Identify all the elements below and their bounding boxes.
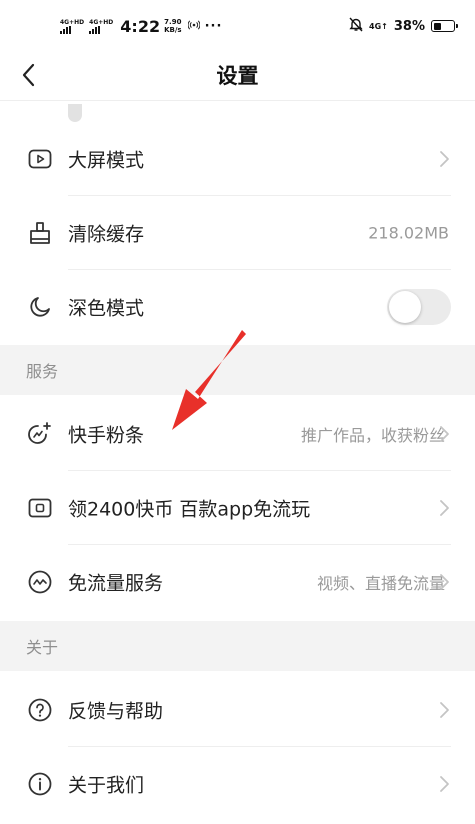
free-data-row[interactable]: 免流量服务 视频、直播免流量 bbox=[0, 545, 475, 619]
chevron-right-icon bbox=[440, 574, 449, 590]
about-us-label: 关于我们 bbox=[68, 774, 145, 797]
clear-cache-row[interactable]: 清除缓存 218.02MB bbox=[0, 196, 475, 270]
network-speed: 7.90 KB/s bbox=[164, 18, 181, 34]
scrolled-item-fragment bbox=[68, 104, 82, 122]
kuaishou-fans-label: 快手粉条 bbox=[68, 424, 145, 447]
page-title: 设置 bbox=[216, 64, 259, 88]
about-section-title: 关于 bbox=[26, 638, 59, 657]
free-data-label: 免流量服务 bbox=[68, 572, 164, 595]
sim2-label: 4G+HD bbox=[89, 18, 114, 26]
chevron-right-icon bbox=[440, 151, 449, 167]
boost-icon bbox=[26, 420, 54, 448]
about-us-row[interactable]: 关于我们 bbox=[0, 747, 475, 821]
hotspot-icon bbox=[187, 19, 200, 34]
dark-mode-label: 深色模式 bbox=[68, 297, 145, 320]
status-bar-left: 4G+HD 4G+HD 4:22 7.90 KB/s ··· bbox=[60, 14, 222, 38]
eraser-icon bbox=[26, 219, 54, 247]
battery-fill bbox=[433, 22, 441, 30]
info-circle-icon bbox=[26, 770, 54, 798]
kuaishou-fans-desc: 推广作品，收获粉丝 bbox=[300, 426, 445, 445]
battery-icon bbox=[431, 20, 458, 32]
sim1-signal: 4G+HD bbox=[60, 19, 84, 34]
dark-mode-toggle[interactable] bbox=[387, 289, 451, 325]
network-type: 4G↑ bbox=[369, 21, 388, 31]
coins-offer-label: 领2400快币 百款app免流玩 bbox=[68, 498, 311, 521]
chevron-right-icon bbox=[440, 500, 449, 516]
cache-size-value: 218.02MB bbox=[368, 223, 449, 243]
signal-bars-icon bbox=[60, 25, 71, 34]
toggle-knob bbox=[389, 291, 421, 323]
feedback-row[interactable]: 反馈与帮助 bbox=[0, 673, 475, 747]
services-section-header: 服务 bbox=[0, 345, 475, 395]
clock: 4:22 bbox=[120, 16, 161, 36]
moon-icon bbox=[26, 293, 54, 321]
status-bar: 4G+HD 4G+HD 4:22 7.90 KB/s ··· 4G↑ 38% bbox=[0, 0, 475, 50]
play-screen-icon bbox=[26, 145, 54, 173]
sim2-signal: 4G+HD bbox=[89, 19, 113, 34]
network-speed-value: 7.90 bbox=[164, 18, 182, 26]
about-section-header: 关于 bbox=[0, 621, 475, 671]
nav-bar: 设置 bbox=[0, 50, 475, 100]
services-section-title: 服务 bbox=[26, 362, 59, 381]
status-bar-right: 4G↑ 38% bbox=[349, 14, 458, 38]
question-circle-icon bbox=[26, 696, 54, 724]
wave-icon bbox=[26, 568, 54, 596]
large-screen-mode-row[interactable]: 大屏模式 bbox=[0, 122, 475, 196]
chevron-right-icon bbox=[440, 702, 449, 718]
signal-bars-icon bbox=[89, 25, 101, 34]
coin-box-icon bbox=[26, 494, 54, 522]
chevron-right-icon bbox=[440, 426, 449, 442]
more-notifications-icon: ··· bbox=[204, 18, 223, 34]
kuaishou-fans-row[interactable]: 快手粉条 推广作品，收获粉丝 bbox=[0, 397, 475, 471]
bell-off-icon bbox=[349, 17, 363, 36]
clear-cache-label: 清除缓存 bbox=[68, 223, 145, 246]
coins-offer-row[interactable]: 领2400快币 百款app免流玩 bbox=[0, 471, 475, 545]
sim1-label: 4G+HD bbox=[60, 18, 85, 26]
header-divider bbox=[0, 100, 475, 101]
battery-percent: 38% bbox=[393, 18, 425, 34]
free-data-desc: 视频、直播免流量 bbox=[316, 574, 445, 593]
large-screen-mode-label: 大屏模式 bbox=[68, 149, 145, 172]
chevron-right-icon bbox=[440, 776, 449, 792]
dark-mode-row: 深色模式 bbox=[0, 270, 475, 344]
network-speed-unit: KB/s bbox=[164, 26, 182, 34]
feedback-label: 反馈与帮助 bbox=[68, 700, 164, 723]
